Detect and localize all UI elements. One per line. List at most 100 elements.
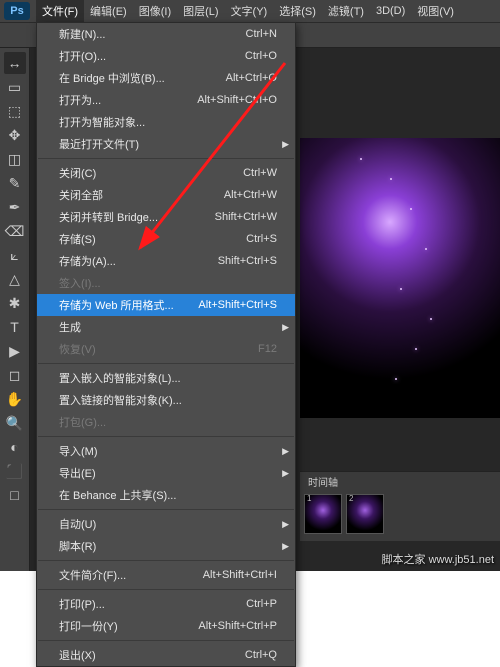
menu-item[interactable]: 新建(N)... Ctrl+N: [37, 23, 295, 45]
menu-item-label: 打开为...: [59, 92, 101, 108]
menubar-item[interactable]: 编辑(E): [84, 0, 133, 22]
menu-item[interactable]: 文件简介(F)...Alt+Shift+Ctrl+I: [37, 564, 295, 586]
menu-item[interactable]: 打开为智能对象...: [37, 111, 295, 133]
tool-button[interactable]: T: [4, 316, 26, 338]
menu-item: 恢复(V)F12: [37, 338, 295, 360]
submenu-arrow-icon: ▶: [282, 541, 289, 552]
menu-item-label: 存储为 Web 所用格式...: [59, 297, 174, 313]
menu-item[interactable]: 存储为 Web 所用格式... Alt+Shift+Ctrl+S: [37, 294, 295, 316]
timeline-header: 时间轴: [300, 472, 500, 490]
menu-item-label: 文件简介(F)...: [59, 567, 126, 583]
frame-number: 1: [307, 494, 311, 503]
menu-item[interactable]: 打印(P)...Ctrl+P: [37, 593, 295, 615]
menu-item-label: 存储(S): [59, 231, 96, 247]
toolbar: ↔▭⬚✥◫✎✒⌫⟀△✱T▶◻✋🔍◐⬛□: [0, 48, 30, 571]
tool-button[interactable]: ▶: [4, 340, 26, 362]
menubar-item[interactable]: 图层(L): [177, 0, 224, 22]
menu-item-label: 退出(X): [59, 647, 96, 663]
menu-item-label: 生成: [59, 319, 81, 335]
menu-item[interactable]: 生成▶: [37, 316, 295, 338]
menubar-item[interactable]: 文件(F): [36, 0, 84, 22]
menu-item-label: 打包(G)...: [59, 414, 106, 430]
menu-item[interactable]: 打印一份(Y)Alt+Shift+Ctrl+P: [37, 615, 295, 637]
menu-item-label: 在 Bridge 中浏览(B)...: [59, 70, 165, 86]
menu-item[interactable]: 存储(S) Ctrl+S: [37, 228, 295, 250]
tool-button[interactable]: ⌫: [4, 220, 26, 242]
menu-item[interactable]: 脚本(R)▶: [37, 535, 295, 557]
tool-button[interactable]: ⬛: [4, 460, 26, 482]
menu-item-label: 签入(I)...: [59, 275, 101, 291]
tool-button[interactable]: ▭: [4, 76, 26, 98]
menubar-item[interactable]: 图像(I): [133, 0, 177, 22]
tool-button[interactable]: ↔: [4, 52, 26, 74]
menu-item-shortcut: Ctrl+O: [245, 50, 277, 62]
tool-button[interactable]: ◻: [4, 364, 26, 386]
menu-item-shortcut: Ctrl+Q: [245, 649, 277, 661]
menu-item-label: 关闭全部: [59, 187, 103, 203]
menu-item[interactable]: 自动(U)▶: [37, 513, 295, 535]
app-frame: Ps 文件(F)编辑(E)图像(I)图层(L)文字(Y)选择(S)滤镜(T)3D…: [0, 0, 500, 571]
menu-item-shortcut: Alt+Ctrl+W: [224, 189, 277, 201]
menu-item[interactable]: 导入(M)▶: [37, 440, 295, 462]
menu-item[interactable]: 在 Behance 上共享(S)...: [37, 484, 295, 506]
menu-separator: [38, 158, 294, 159]
tool-button[interactable]: ✎: [4, 172, 26, 194]
tool-button[interactable]: △: [4, 268, 26, 290]
tool-button[interactable]: ✋: [4, 388, 26, 410]
submenu-arrow-icon: ▶: [282, 468, 289, 479]
menubar: Ps 文件(F)编辑(E)图像(I)图层(L)文字(Y)选择(S)滤镜(T)3D…: [0, 0, 500, 22]
menu-item-label: 关闭(C): [59, 165, 96, 181]
menu-item-label: 恢复(V): [59, 341, 96, 357]
menu-item[interactable]: 退出(X) Ctrl+Q: [37, 644, 295, 666]
menu-item-label: 置入链接的智能对象(K)...: [59, 392, 182, 408]
submenu-arrow-icon: ▶: [282, 446, 289, 457]
menu-item-label: 打印一份(Y): [59, 618, 118, 634]
menu-item-shortcut: Alt+Shift+Ctrl+O: [197, 94, 277, 106]
menu-item[interactable]: 存储为(A)...Shift+Ctrl+S: [37, 250, 295, 272]
menu-item-label: 置入嵌入的智能对象(L)...: [59, 370, 181, 386]
menu-item[interactable]: 打开为... Alt+Shift+Ctrl+O: [37, 89, 295, 111]
menubar-item[interactable]: 滤镜(T): [322, 0, 370, 22]
menu-item[interactable]: 置入嵌入的智能对象(L)...: [37, 367, 295, 389]
menu-item-label: 打开(O)...: [59, 48, 106, 64]
menu-item[interactable]: 导出(E)▶: [37, 462, 295, 484]
tool-button[interactable]: □: [4, 484, 26, 506]
tool-button[interactable]: ◫: [4, 148, 26, 170]
tool-button[interactable]: ⬚: [4, 100, 26, 122]
menu-item[interactable]: 关闭并转到 Bridge...Shift+Ctrl+W: [37, 206, 295, 228]
menubar-item[interactable]: 视图(V): [411, 0, 460, 22]
menu-item-label: 在 Behance 上共享(S)...: [59, 487, 176, 503]
tool-button[interactable]: ⟀: [4, 244, 26, 266]
menu-item-shortcut: Alt+Shift+Ctrl+S: [198, 299, 277, 311]
menubar-item[interactable]: 3D(D): [370, 0, 411, 22]
menu-item-label: 存储为(A)...: [59, 253, 116, 269]
menubar-item[interactable]: 文字(Y): [225, 0, 274, 22]
menu-separator: [38, 640, 294, 641]
menu-item-shortcut: Ctrl+N: [246, 28, 277, 40]
timeline-panel[interactable]: 时间轴 1 2: [300, 471, 500, 541]
menu-separator: [38, 363, 294, 364]
tool-button[interactable]: ◐: [4, 436, 26, 458]
menu-item[interactable]: 置入链接的智能对象(K)...: [37, 389, 295, 411]
menu-separator: [38, 560, 294, 561]
menu-item[interactable]: 打开(O)... Ctrl+O: [37, 45, 295, 67]
timeline-frame[interactable]: 2: [346, 494, 384, 534]
menu-separator: [38, 509, 294, 510]
menu-item-shortcut: Ctrl+P: [246, 598, 277, 610]
tool-button[interactable]: ✒: [4, 196, 26, 218]
menu-item[interactable]: 最近打开文件(T)▶: [37, 133, 295, 155]
tool-button[interactable]: ✱: [4, 292, 26, 314]
tool-button[interactable]: 🔍: [4, 412, 26, 434]
menu-item[interactable]: 关闭全部 Alt+Ctrl+W: [37, 184, 295, 206]
menu-item[interactable]: 在 Bridge 中浏览(B)...Alt+Ctrl+O: [37, 67, 295, 89]
menu-item-label: 新建(N)...: [59, 26, 105, 42]
canvas-fireworks: [300, 138, 500, 418]
frame-number: 2: [349, 494, 353, 503]
watermark: 脚本之家 www.jb51.net: [382, 551, 494, 567]
menu-separator: [38, 589, 294, 590]
menu-item[interactable]: 关闭(C)Ctrl+W: [37, 162, 295, 184]
menubar-item[interactable]: 选择(S): [273, 0, 322, 22]
timeline-frame[interactable]: 1: [304, 494, 342, 534]
tool-button[interactable]: ✥: [4, 124, 26, 146]
menu-item-shortcut: Ctrl+S: [246, 233, 277, 245]
